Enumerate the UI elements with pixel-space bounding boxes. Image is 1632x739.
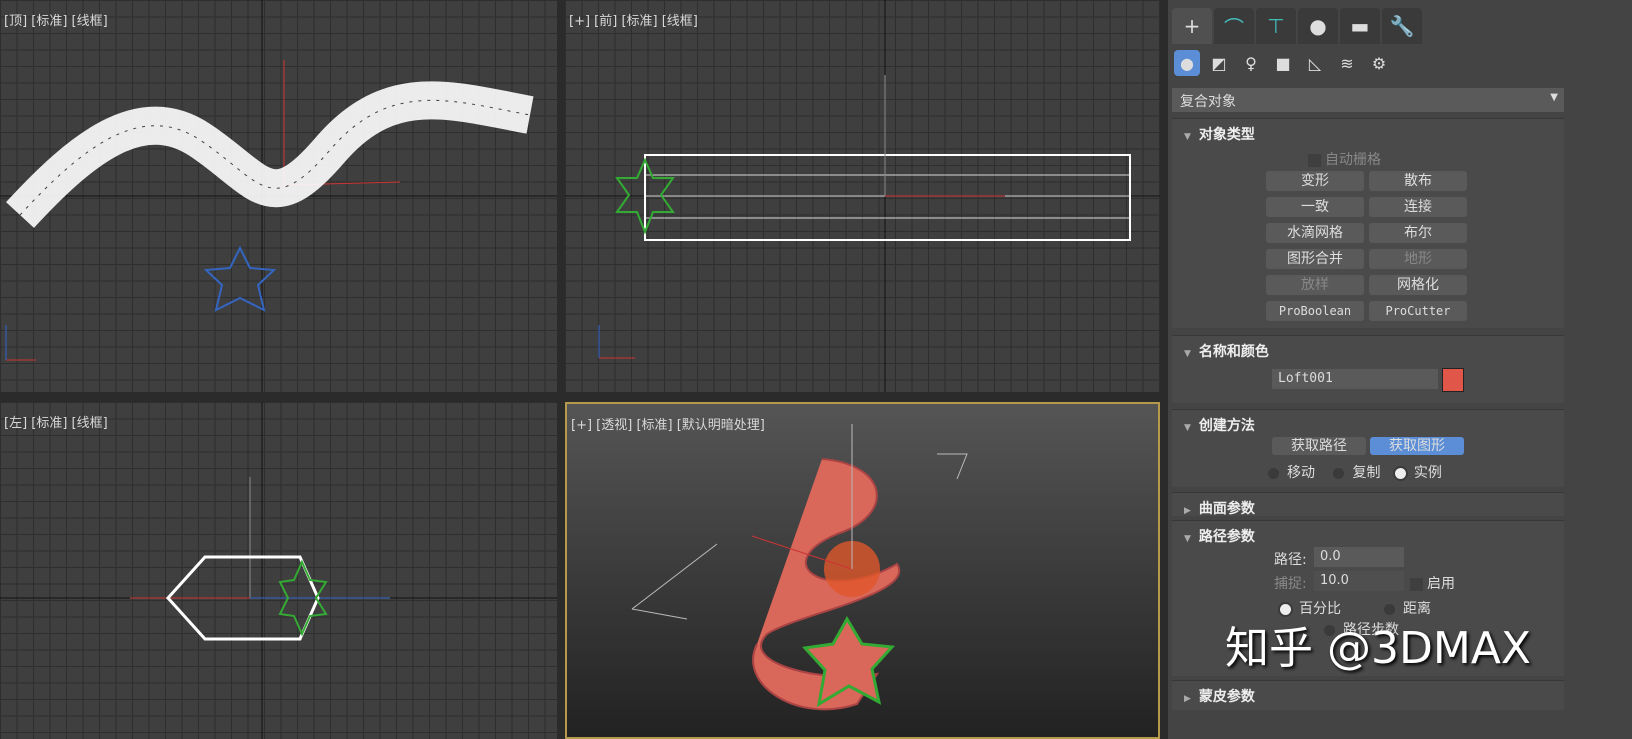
snap-enable-checkbox[interactable]: 启用 [1410,573,1455,593]
name-color-rollout: ▼ 名称和颜色 Loft001 [1172,335,1564,403]
object-type-button[interactable]: 变形 [1266,171,1364,191]
utilities-tab-wrench-icon[interactable]: 🔧 [1382,8,1422,44]
object-type-button[interactable]: 布尔 [1369,223,1467,243]
get-shape-button[interactable]: 获取图形 [1370,437,1464,455]
category-dropdown[interactable]: 复合对象 ▼ [1172,88,1564,112]
front-view-scene [565,0,1160,392]
perspective-view-scene [631,424,968,711]
instance-radio[interactable]: 实例 [1394,465,1442,481]
autogrid-checkbox[interactable]: 自动栅格 [1308,149,1381,169]
rollout-header[interactable]: ▼ 路径参数 [1172,521,1564,547]
object-type-rollout: ▼ 对象类型 自动栅格 变形 散布 一致 连接 水滴网格 布尔 图形合并 地形 放样 网格化 ProB… [1172,118,1564,328]
modify-tab-curve-icon[interactable]: ⌒ [1214,8,1254,44]
object-name-input[interactable]: Loft001 [1272,369,1438,389]
shapes-icon[interactable]: ◩ [1206,50,1232,76]
object-type-button[interactable]: 放样 [1266,275,1364,295]
surface-params-rollout: ▶ 曲面参数 [1172,492,1564,519]
object-type-button[interactable]: 水滴网格 [1266,223,1364,243]
object-color-swatch[interactable] [1442,368,1464,392]
display-tab-monitor-icon[interactable]: ▬ [1340,8,1380,44]
move-radio[interactable]: 移动 [1268,465,1315,481]
path-label: 路径: [1274,552,1307,568]
left-view-scene [0,402,557,739]
get-path-button[interactable]: 获取路径 [1272,437,1366,455]
create-tab-plus-icon[interactable]: + [1172,8,1212,44]
chevron-down-icon: ▼ [1550,92,1558,103]
rollout-header[interactable]: ▼ 创建方法 [1172,410,1564,436]
snap-spinner[interactable]: 10.0 [1314,571,1404,591]
lights-bulb-icon[interactable]: ♀ [1238,50,1264,76]
geometry-sphere-icon[interactable]: ● [1174,50,1200,76]
object-type-button[interactable]: ProBoolean [1266,301,1364,321]
watermark: 知乎 @3DMAX [1225,623,1532,674]
rollout-header[interactable]: ▼ 对象类型 [1172,119,1564,145]
path-spinner[interactable]: 0.0 [1314,547,1404,567]
hierarchy-tab-icon[interactable]: ⊤ [1256,8,1296,44]
space-warps-icon[interactable]: ≋ [1334,50,1360,76]
object-type-button[interactable]: 图形合并 [1266,249,1364,269]
helpers-ruler-icon[interactable]: ◺ [1302,50,1328,76]
category-value: 复合对象 [1180,94,1236,110]
object-type-button[interactable]: 地形 [1369,249,1467,269]
object-type-button[interactable]: ProCutter [1369,301,1467,321]
viewport-perspective[interactable]: [+] [透视] [标准] [默认明暗处理] [565,402,1160,739]
top-view-scene [0,0,557,392]
creation-method-rollout: ▼ 创建方法 获取路径 获取图形 移动 复制 实例 [1172,409,1564,487]
skin-params-rollout: ▶ 蒙皮参数 [1172,680,1564,710]
rollout-header[interactable]: ▶ 蒙皮参数 [1172,681,1564,707]
systems-gears-icon[interactable]: ⚙ [1366,50,1392,76]
object-type-button[interactable]: 连接 [1369,197,1467,217]
viewport-top[interactable]: [顶] [标准] [线框] [0,0,557,392]
copy-radio[interactable]: 复制 [1333,465,1380,481]
viewport-front[interactable]: [+] [前] [标准] [线框] [565,0,1160,392]
viewport-left[interactable]: [左] [标准] [线框] [0,402,557,739]
object-type-button[interactable]: 一致 [1266,197,1364,217]
object-type-button[interactable]: 散布 [1369,171,1467,191]
motion-tab-circle-icon[interactable]: ● [1298,8,1338,44]
snap-label: 捕捉: [1274,576,1307,592]
object-type-button[interactable]: 网格化 [1369,275,1467,295]
rollout-header[interactable]: ▶ 曲面参数 [1172,493,1564,519]
cameras-icon[interactable]: ■ [1270,50,1296,76]
rollout-header[interactable]: ▼ 名称和颜色 [1172,336,1564,362]
